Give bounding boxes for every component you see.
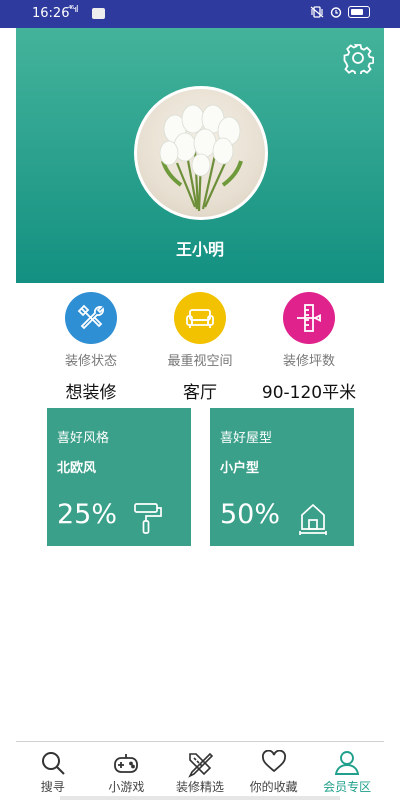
card-preferred-style[interactable]: 喜好风格 北欧风 25% [47, 408, 191, 546]
card-percent: 25% [57, 499, 118, 530]
stat-label: 装修坪数 [282, 354, 335, 369]
vibrate-icon [310, 6, 324, 18]
status-right-icons [310, 6, 370, 18]
nav-label: 小游戏 [108, 780, 145, 794]
battery-icon [348, 6, 370, 18]
nav-item-search[interactable]: 搜寻 [16, 742, 90, 801]
alarm-icon [330, 7, 342, 18]
gear-icon[interactable] [342, 42, 374, 74]
stat-renovation-area[interactable]: 装修坪数 90-120平米 [244, 292, 374, 403]
nav-label: 装修精选 [175, 780, 224, 794]
nav-item-favorites[interactable]: 你的收藏 [237, 742, 311, 801]
tulip-bouquet-image [159, 104, 243, 212]
design-tools-icon [188, 752, 214, 778]
network-indicator: ⁴⁶ᐧıl [68, 5, 78, 15]
status-time: 16:26 [32, 6, 70, 21]
nav-item-member[interactable]: 会员专区 [310, 742, 384, 801]
notification-app-icon [92, 8, 105, 19]
card-title: 喜好屋型 [220, 431, 273, 446]
card-value: 小户型 [220, 461, 260, 476]
status-bar: 16:26 ⁴⁶ᐧıl [0, 0, 400, 28]
nav-label: 会员专区 [323, 780, 372, 794]
nav-label: 你的收藏 [249, 780, 298, 794]
card-title: 喜好风格 [57, 431, 110, 446]
stat-value: 90-120平米 [261, 383, 357, 403]
username: 王小明 [175, 240, 224, 259]
user-icon [335, 751, 360, 775]
search-icon [41, 752, 65, 775]
card-percent: 50% [220, 499, 281, 530]
house-icon [299, 503, 327, 535]
profile-header: 王小明 [16, 28, 384, 283]
tools-icon [65, 292, 117, 344]
paint-roller-icon [134, 503, 162, 534]
card-preferred-house-type[interactable]: 喜好屋型 小户型 50% [210, 408, 354, 546]
ruler-pencil-icon [283, 292, 335, 344]
home-indicator [60, 796, 340, 800]
heart-icon [261, 750, 286, 773]
nav-label: 搜寻 [40, 780, 65, 794]
nav-item-featured[interactable]: 装修精选 [163, 742, 237, 801]
sofa-icon [174, 292, 226, 344]
bottom-nav: 搜寻 小游戏 装修精选 你的收藏 会员专区 [16, 741, 384, 801]
avatar[interactable] [134, 86, 268, 220]
card-value: 北欧风 [57, 461, 97, 476]
nav-item-games[interactable]: 小游戏 [90, 742, 164, 801]
gamepad-icon [114, 754, 139, 773]
